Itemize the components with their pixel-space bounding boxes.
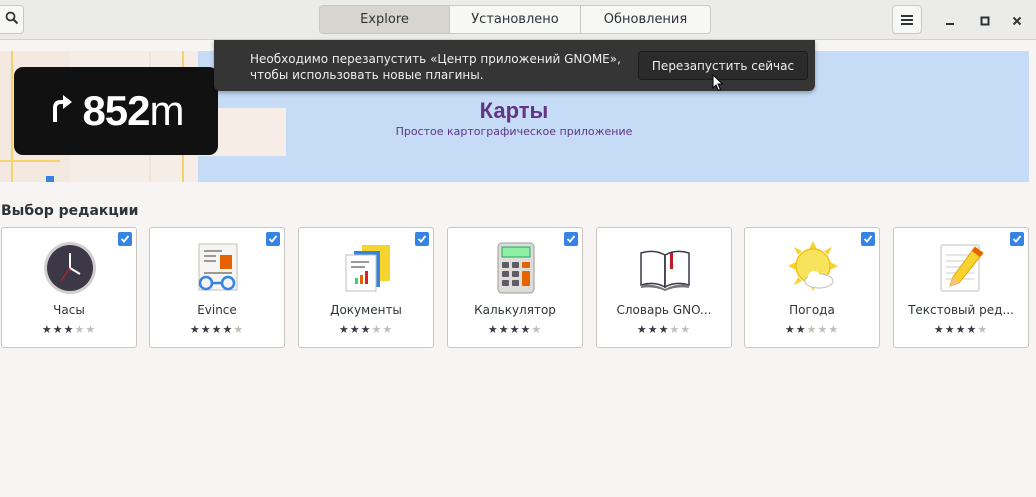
checkbox-checked-icon [564, 232, 578, 246]
hamburger-icon [901, 10, 913, 29]
app-card-documents[interactable]: Документы ★★★★★ [298, 227, 434, 348]
star-filled-icon: ★ [520, 323, 532, 336]
star-empty-icon: ★ [74, 323, 86, 336]
app-card-weather[interactable]: Погода ★★★★★ [744, 227, 880, 348]
star-filled-icon: ★ [222, 323, 234, 336]
checkbox-checked-icon [266, 232, 280, 246]
app-name: Evince [197, 303, 237, 317]
app-rating: ★★★★★ [299, 323, 433, 336]
app-name: Текстовый ред... [908, 303, 1014, 317]
app-rating: ★★★★★ [2, 323, 136, 336]
star-filled-icon: ★ [52, 323, 64, 336]
document-viewer-icon [191, 241, 245, 295]
star-filled-icon: ★ [658, 323, 670, 336]
star-empty-icon: ★ [817, 323, 829, 336]
calculator-icon [489, 241, 543, 295]
dictionary-icon [638, 241, 692, 295]
app-card-clocks[interactable]: Часы ★★★★★ [1, 227, 137, 348]
maximize-button[interactable] [974, 9, 996, 31]
star-empty-icon: ★ [669, 323, 681, 336]
app-name: Погода [789, 303, 835, 317]
checkbox-checked-icon [1010, 232, 1024, 246]
star-filled-icon: ★ [647, 323, 659, 336]
star-filled-icon: ★ [966, 323, 978, 336]
star-filled-icon: ★ [63, 323, 75, 336]
app-rating: ★★★★★ [448, 323, 582, 336]
maximize-icon [980, 11, 990, 30]
star-empty-icon: ★ [382, 323, 394, 336]
close-button[interactable] [1006, 9, 1028, 31]
section-title: Выбор редакции [1, 203, 139, 219]
tab-installed[interactable]: Установлено [449, 6, 580, 33]
star-filled-icon: ★ [784, 323, 796, 336]
documents-icon [340, 241, 394, 295]
app-rating: ★★★★★ [894, 323, 1028, 336]
turn-right-arrow-icon [48, 95, 73, 127]
banner-subtitle: Простое картографическое приложение [395, 125, 633, 138]
app-name: Словарь GNO... [616, 303, 712, 317]
app-card-dictionary[interactable]: Словарь GNO... ★★★★★ [596, 227, 732, 348]
header-bar: Explore Установлено Обновления [0, 0, 1036, 40]
weather-icon [786, 241, 840, 295]
star-filled-icon: ★ [189, 323, 201, 336]
navigation-distance-badge: 852m [14, 67, 218, 155]
clock-icon [43, 241, 97, 295]
restart-notification: Необходимо перезапустить «Центр приложен… [214, 40, 815, 91]
star-filled-icon: ★ [498, 323, 510, 336]
star-filled-icon: ★ [636, 323, 648, 336]
star-filled-icon: ★ [487, 323, 499, 336]
star-empty-icon: ★ [233, 323, 245, 336]
star-empty-icon: ★ [977, 323, 989, 336]
text-editor-icon [935, 241, 989, 295]
star-empty-icon: ★ [806, 323, 818, 336]
app-rating: ★★★★★ [745, 323, 879, 336]
navigation-distance: 852m [82, 87, 184, 134]
app-rating: ★★★★★ [597, 323, 731, 336]
app-card-calculator[interactable]: Калькулятор ★★★★★ [447, 227, 583, 348]
checkbox-checked-icon [861, 232, 875, 246]
checkbox-checked-icon [415, 232, 429, 246]
tab-updates[interactable]: Обновления [580, 6, 710, 33]
app-card-evince[interactable]: Evince ★★★★★ [149, 227, 285, 348]
notification-line-1: Необходимо перезапустить «Центр приложен… [250, 52, 621, 66]
search-icon [5, 10, 19, 29]
star-filled-icon: ★ [211, 323, 223, 336]
search-button[interactable] [0, 5, 24, 34]
star-filled-icon: ★ [944, 323, 956, 336]
app-name: Часы [53, 303, 85, 317]
menu-button[interactable] [892, 5, 922, 34]
star-empty-icon: ★ [371, 323, 383, 336]
star-empty-icon: ★ [85, 323, 97, 336]
app-card-text-editor[interactable]: Текстовый ред... ★★★★★ [893, 227, 1029, 348]
minimize-icon [945, 11, 955, 30]
app-rating: ★★★★★ [150, 323, 284, 336]
star-filled-icon: ★ [338, 323, 350, 336]
star-filled-icon: ★ [200, 323, 212, 336]
app-name: Документы [330, 303, 402, 317]
star-filled-icon: ★ [933, 323, 945, 336]
star-empty-icon: ★ [531, 323, 543, 336]
app-name: Калькулятор [474, 303, 556, 317]
tab-explore[interactable]: Explore [320, 6, 449, 33]
star-filled-icon: ★ [955, 323, 967, 336]
star-filled-icon: ★ [795, 323, 807, 336]
star-empty-icon: ★ [828, 323, 840, 336]
star-filled-icon: ★ [509, 323, 521, 336]
notification-message: Необходимо перезапустить «Центр приложен… [250, 51, 640, 83]
mouse-pointer-icon [712, 73, 724, 96]
minimize-button[interactable] [939, 9, 961, 31]
checkbox-checked-icon [118, 232, 132, 246]
star-empty-icon: ★ [680, 323, 692, 336]
star-filled-icon: ★ [41, 323, 53, 336]
star-filled-icon: ★ [349, 323, 361, 336]
notification-line-2: чтобы использовать новые плагины. [250, 68, 484, 82]
banner-title: Карты [479, 98, 549, 123]
star-filled-icon: ★ [360, 323, 372, 336]
close-icon [1012, 11, 1022, 30]
view-switcher: Explore Установлено Обновления [319, 5, 711, 34]
